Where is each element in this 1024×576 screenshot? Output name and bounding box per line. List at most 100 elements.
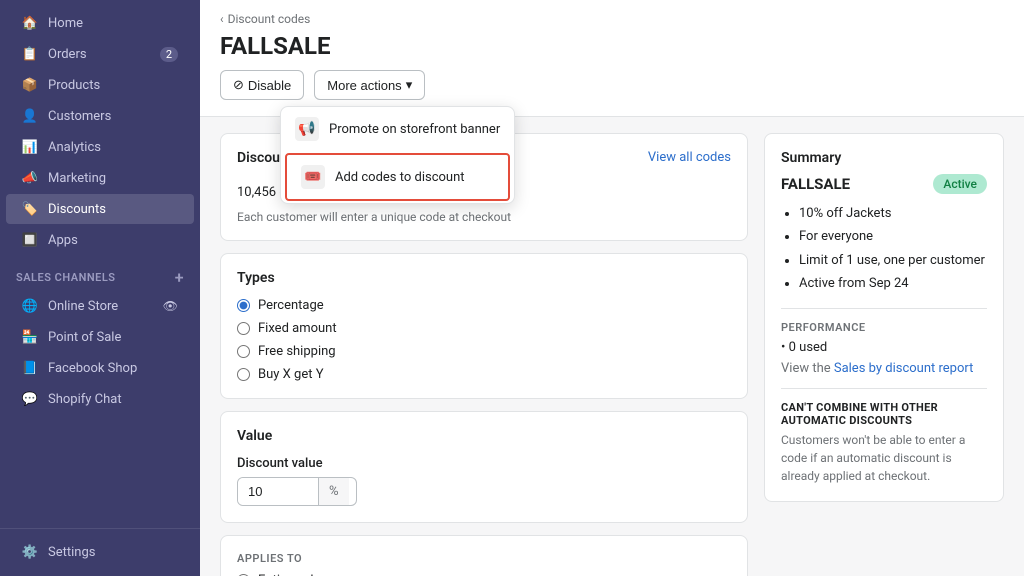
more-actions-button[interactable]: More actions ▾ (314, 70, 425, 100)
sidebar-item-label: Shopify Chat (48, 392, 122, 407)
main-content: ‹ Discount codes FALLSALE ⊘ Disable More… (200, 0, 1024, 576)
sidebar-item-analytics[interactable]: 📊 Analytics (6, 132, 194, 162)
breadcrumb-arrow: ‹ (220, 12, 224, 26)
used-count: • 0 used (781, 340, 987, 355)
disable-button[interactable]: ⊘ Disable (220, 70, 304, 100)
badge-orders: 2 (160, 47, 178, 62)
type-radio-percentage[interactable] (237, 299, 250, 312)
performance-label: PERFORMANCE (781, 321, 987, 334)
products-icon: 📦 (22, 77, 38, 93)
value-card: Value Discount value % (220, 411, 748, 523)
orders-icon: 📋 (22, 46, 38, 62)
summary-bullet: For everyone (799, 225, 987, 248)
warning-text: Customers won't be able to enter a code … (781, 431, 987, 485)
discount-value-input-group: % (237, 477, 357, 506)
summary-bullet: 10% off Jackets (799, 202, 987, 225)
dropdown-item-promote[interactable]: 📢 Promote on storefront banner (281, 107, 514, 151)
discount-value-suffix: % (318, 478, 349, 505)
breadcrumb-label: Discount codes (228, 12, 311, 26)
summary-bullet: Active from Sep 24 (799, 272, 987, 295)
type-option-fixed-amount[interactable]: Fixed amount (237, 321, 731, 336)
sidebar-item-online-store[interactable]: 🌐 Online Store 👁 (6, 291, 194, 321)
page-title: FALLSALE (220, 32, 1004, 60)
settings-icon: ⚙️ (22, 544, 38, 560)
sidebar-nav: 🏠 Home 📋 Orders 2 📦 Products 👤 Customers… (0, 0, 200, 528)
applies-to-card: APPLIES TO Entire order Specific collect… (220, 535, 748, 576)
sidebar-item-label: Products (48, 78, 100, 93)
page-actions: ⊘ Disable More actions ▾ 📢 Promote on st… (220, 70, 1004, 100)
summary-bullets: 10% off JacketsFor everyoneLimit of 1 us… (781, 202, 987, 296)
type-option-percentage[interactable]: Percentage (237, 298, 731, 313)
sales-channels-header: SALES CHANNELS + (0, 256, 200, 291)
type-label-fixed-amount: Fixed amount (258, 321, 337, 336)
sidebar-item-settings[interactable]: ⚙️ Settings (6, 537, 194, 567)
shopify-chat-icon: 💬 (22, 391, 38, 407)
value-title: Value (237, 428, 731, 444)
sidebar-item-discounts[interactable]: 🏷️ Discounts (6, 194, 194, 224)
sidebar-item-shopify-chat[interactable]: 💬 Shopify Chat (6, 384, 194, 414)
sidebar-item-home[interactable]: 🏠 Home (6, 8, 194, 38)
sidebar-item-label: Apps (48, 233, 78, 248)
types-title: Types (237, 270, 731, 286)
status-badge: Active (933, 174, 987, 194)
sidebar-item-customers[interactable]: 👤 Customers (6, 101, 194, 131)
point-of-sale-icon: 🏪 (22, 329, 38, 345)
sidebar-item-label: Point of Sale (48, 330, 121, 345)
settings-label: Settings (48, 545, 95, 560)
disable-icon: ⊘ (233, 77, 244, 93)
sidebar-item-label: Orders (48, 47, 87, 62)
sidebar-item-orders[interactable]: 📋 Orders 2 (6, 39, 194, 69)
facebook-shop-icon: 📘 (22, 360, 38, 376)
dropdown-item-add-codes[interactable]: 🎟️ Add codes to discount (285, 153, 510, 201)
type-label-free-shipping: Free shipping (258, 344, 336, 359)
sidebar-item-label: Facebook Shop (48, 361, 137, 376)
sidebar-item-label: Discounts (48, 202, 106, 217)
sidebar-item-facebook-shop[interactable]: 📘 Facebook Shop (6, 353, 194, 383)
page-header: ‹ Discount codes FALLSALE ⊘ Disable More… (200, 0, 1024, 117)
types-radio-group: Percentage Fixed amount Free shipping Bu… (237, 298, 731, 382)
type-option-free-shipping[interactable]: Free shipping (237, 344, 731, 359)
sales-channels-label: SALES CHANNELS (16, 271, 116, 284)
warning-box: CAN'T COMBINE WITH OTHER AUTOMATIC DISCO… (781, 401, 987, 485)
analytics-icon: 📊 (22, 139, 38, 155)
sales-report-text: View the Sales by discount report (781, 361, 987, 376)
add-codes-icon: 🎟️ (301, 165, 325, 189)
summary-card: Summary FALLSALE Active 10% off JacketsF… (764, 133, 1004, 502)
add-sales-channel-button[interactable]: + (175, 268, 184, 287)
chevron-down-icon: ▾ (406, 77, 413, 93)
sidebar-item-apps[interactable]: 🔲 Apps (6, 225, 194, 255)
discount-value-input[interactable] (238, 478, 318, 505)
marketing-icon: 📣 (22, 170, 38, 186)
view-all-codes-link[interactable]: View all codes (648, 150, 731, 165)
content-sidebar: Summary FALLSALE Active 10% off JacketsF… (764, 133, 1004, 502)
summary-bullet: Limit of 1 use, one per customer (799, 249, 987, 272)
dropdown-item-label: Promote on storefront banner (329, 122, 500, 137)
discount-info-text: Each customer will enter a unique code a… (237, 210, 731, 224)
type-option-buy-x-get-y[interactable]: Buy X get Y (237, 367, 731, 382)
type-radio-buy-x-get-y[interactable] (237, 368, 250, 381)
dropdown-item-label: Add codes to discount (335, 170, 465, 185)
apps-icon: 🔲 (22, 232, 38, 248)
summary-name: FALLSALE Active (781, 174, 987, 194)
eye-icon: 👁 (163, 299, 178, 313)
customers-icon: 👤 (22, 108, 38, 124)
sidebar-item-products[interactable]: 📦 Products (6, 70, 194, 100)
sidebar-item-label: Home (48, 16, 83, 31)
sales-report-link[interactable]: Sales by discount report (834, 361, 974, 376)
sidebar-item-label: Customers (48, 109, 111, 124)
summary-title: Summary (781, 150, 987, 166)
types-card: Types Percentage Fixed amount Free shipp… (220, 253, 748, 399)
breadcrumb[interactable]: ‹ Discount codes (220, 12, 1004, 26)
type-radio-free-shipping[interactable] (237, 345, 250, 358)
applies-to-title: APPLIES TO (237, 552, 731, 565)
sidebar-item-label: Online Store (48, 299, 118, 314)
sidebar-item-point-of-sale[interactable]: 🏪 Point of Sale (6, 322, 194, 352)
sidebar-item-marketing[interactable]: 📣 Marketing (6, 163, 194, 193)
type-label-buy-x-get-y: Buy X get Y (258, 367, 324, 382)
type-label-percentage: Percentage (258, 298, 324, 313)
discount-value-label: Discount value (237, 456, 731, 471)
more-actions-dropdown: 📢 Promote on storefront banner 🎟️ Add co… (280, 106, 515, 204)
discounts-icon: 🏷️ (22, 201, 38, 217)
sidebar-bottom: ⚙️ Settings (0, 528, 200, 576)
type-radio-fixed-amount[interactable] (237, 322, 250, 335)
